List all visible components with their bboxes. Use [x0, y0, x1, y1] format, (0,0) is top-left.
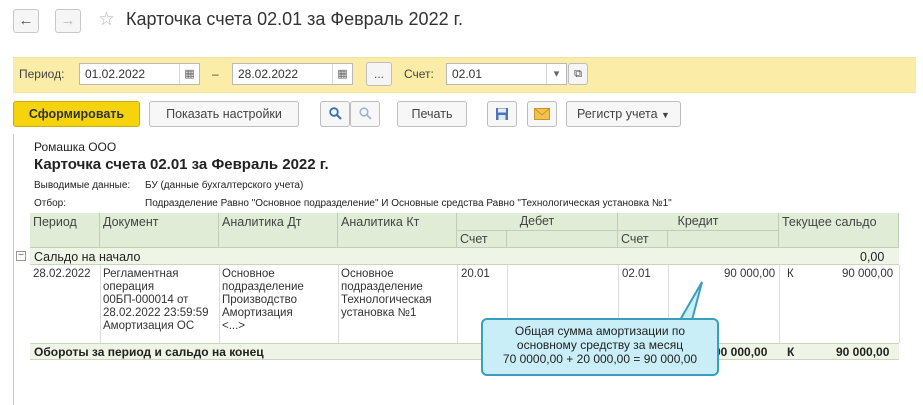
- col-header-debit-amount: [507, 231, 618, 248]
- totals-credit-amount: 90 000,00: [714, 345, 768, 359]
- register-label: Регистр учета: [577, 107, 658, 121]
- back-button[interactable]: ←: [13, 9, 39, 33]
- row-balance-side: К: [787, 268, 794, 280]
- row-analytics-dt: Основное подразделение Производство Амор…: [222, 268, 304, 332]
- search-icon: [329, 107, 342, 120]
- opening-balance-label: Сальдо на начало: [34, 250, 141, 264]
- annotation-callout: Общая сумма амортизации по основному сре…: [481, 318, 719, 376]
- period-select-button[interactable]: ...: [366, 62, 392, 86]
- generate-button[interactable]: Сформировать: [13, 101, 140, 127]
- col-header-debit: Дебет: [457, 213, 618, 231]
- date-to-value: 28.02.2022: [238, 67, 299, 81]
- column-divider: [100, 265, 101, 343]
- col-header-credit-amount: [668, 231, 779, 248]
- callout-line-3: 70 0000,00 + 20 000,00 = 90 000,00: [502, 352, 698, 366]
- open-icon: ⧉: [574, 68, 582, 80]
- column-divider: [338, 265, 339, 343]
- totals-label: Обороты за период и сальдо на конец: [34, 345, 264, 359]
- row-balance-amount: 90 000,00: [842, 268, 894, 280]
- col-header-document: Документ: [100, 213, 219, 248]
- output-value: БУ (данные бухгалтерского учета): [145, 180, 304, 191]
- period-label: Период:: [19, 67, 65, 81]
- callout-line-2: основному средству за месяц: [516, 338, 684, 352]
- arrow-right-icon: →: [60, 12, 76, 29]
- opening-balance-value: 0,00: [860, 250, 885, 264]
- col-header-balance: Текущее сальдо: [779, 213, 899, 248]
- col-header-period: Период: [30, 213, 100, 248]
- row-analytics-kt: Основное подразделение Технологическая у…: [341, 268, 432, 319]
- account-label: Счет:: [404, 67, 434, 81]
- report-frame: [13, 134, 14, 405]
- save-icon: [496, 108, 508, 120]
- col-header-credit: Кредит: [618, 213, 779, 231]
- date-dash: –: [212, 67, 219, 81]
- forward-button[interactable]: →: [55, 9, 81, 33]
- col-header-debit-account: Счет: [457, 231, 507, 248]
- filter-value: Подразделение Равно "Основное подразделе…: [145, 198, 672, 209]
- row-period: 28.02.2022: [33, 268, 91, 280]
- arrow-left-icon: ←: [18, 12, 34, 29]
- open-account-button[interactable]: ⧉: [568, 63, 588, 85]
- row-debit-account: 20.01: [461, 268, 490, 280]
- envelope-icon: [534, 108, 550, 120]
- search-button[interactable]: [320, 101, 350, 127]
- column-divider: [457, 265, 458, 343]
- report-title: Карточка счета 02.01 за Февраль 2022 г.: [34, 156, 329, 173]
- row-document[interactable]: Регламентная операция 00БП-000014 от 28.…: [103, 268, 209, 333]
- col-header-analytics-kt: Аналитика Кт: [338, 213, 457, 248]
- search-reset-icon: [359, 107, 372, 120]
- date-to-field[interactable]: 28.02.2022 ▦: [232, 63, 353, 85]
- output-label: Выводимые данные:: [34, 180, 131, 191]
- show-settings-button[interactable]: Показать настройки: [149, 101, 299, 127]
- row-credit-amount: 90 000,00: [724, 268, 776, 280]
- email-button[interactable]: [527, 101, 557, 127]
- page-title: Карточка счета 02.01 за Февраль 2022 г.: [126, 9, 463, 29]
- col-header-analytics-dt: Аналитика Дт: [219, 213, 338, 248]
- date-from-value: 01.02.2022: [85, 67, 146, 81]
- callout-line-1: Общая сумма амортизации по: [514, 324, 686, 338]
- column-divider: [899, 265, 900, 343]
- date-from-field[interactable]: 01.02.2022 ▦: [79, 63, 200, 85]
- totals-balance-amount: 90 000,00: [836, 345, 890, 359]
- filter-label: Отбор:: [34, 198, 66, 209]
- calendar-icon[interactable]: ▦: [332, 64, 352, 84]
- column-divider: [779, 265, 780, 343]
- column-divider: [219, 265, 220, 343]
- save-button[interactable]: [487, 101, 517, 127]
- print-button[interactable]: Печать: [397, 101, 467, 127]
- collapse-toggle[interactable]: −: [16, 251, 26, 261]
- star-icon[interactable]: ☆: [98, 9, 115, 31]
- totals-balance-side: К: [787, 345, 795, 359]
- account-field[interactable]: 02.01 ▾: [446, 63, 567, 85]
- chevron-down-icon: ▼: [661, 110, 670, 120]
- col-header-credit-account: Счет: [618, 231, 668, 248]
- opening-balance-row: [30, 248, 899, 265]
- calendar-icon[interactable]: ▦: [179, 64, 199, 84]
- account-value: 02.01: [452, 67, 483, 81]
- search-clear-button[interactable]: [350, 101, 380, 127]
- company-name: Ромашка ООО: [34, 140, 117, 154]
- chevron-down-icon[interactable]: ▾: [546, 64, 566, 84]
- register-dropdown[interactable]: Регистр учета ▼: [566, 101, 681, 127]
